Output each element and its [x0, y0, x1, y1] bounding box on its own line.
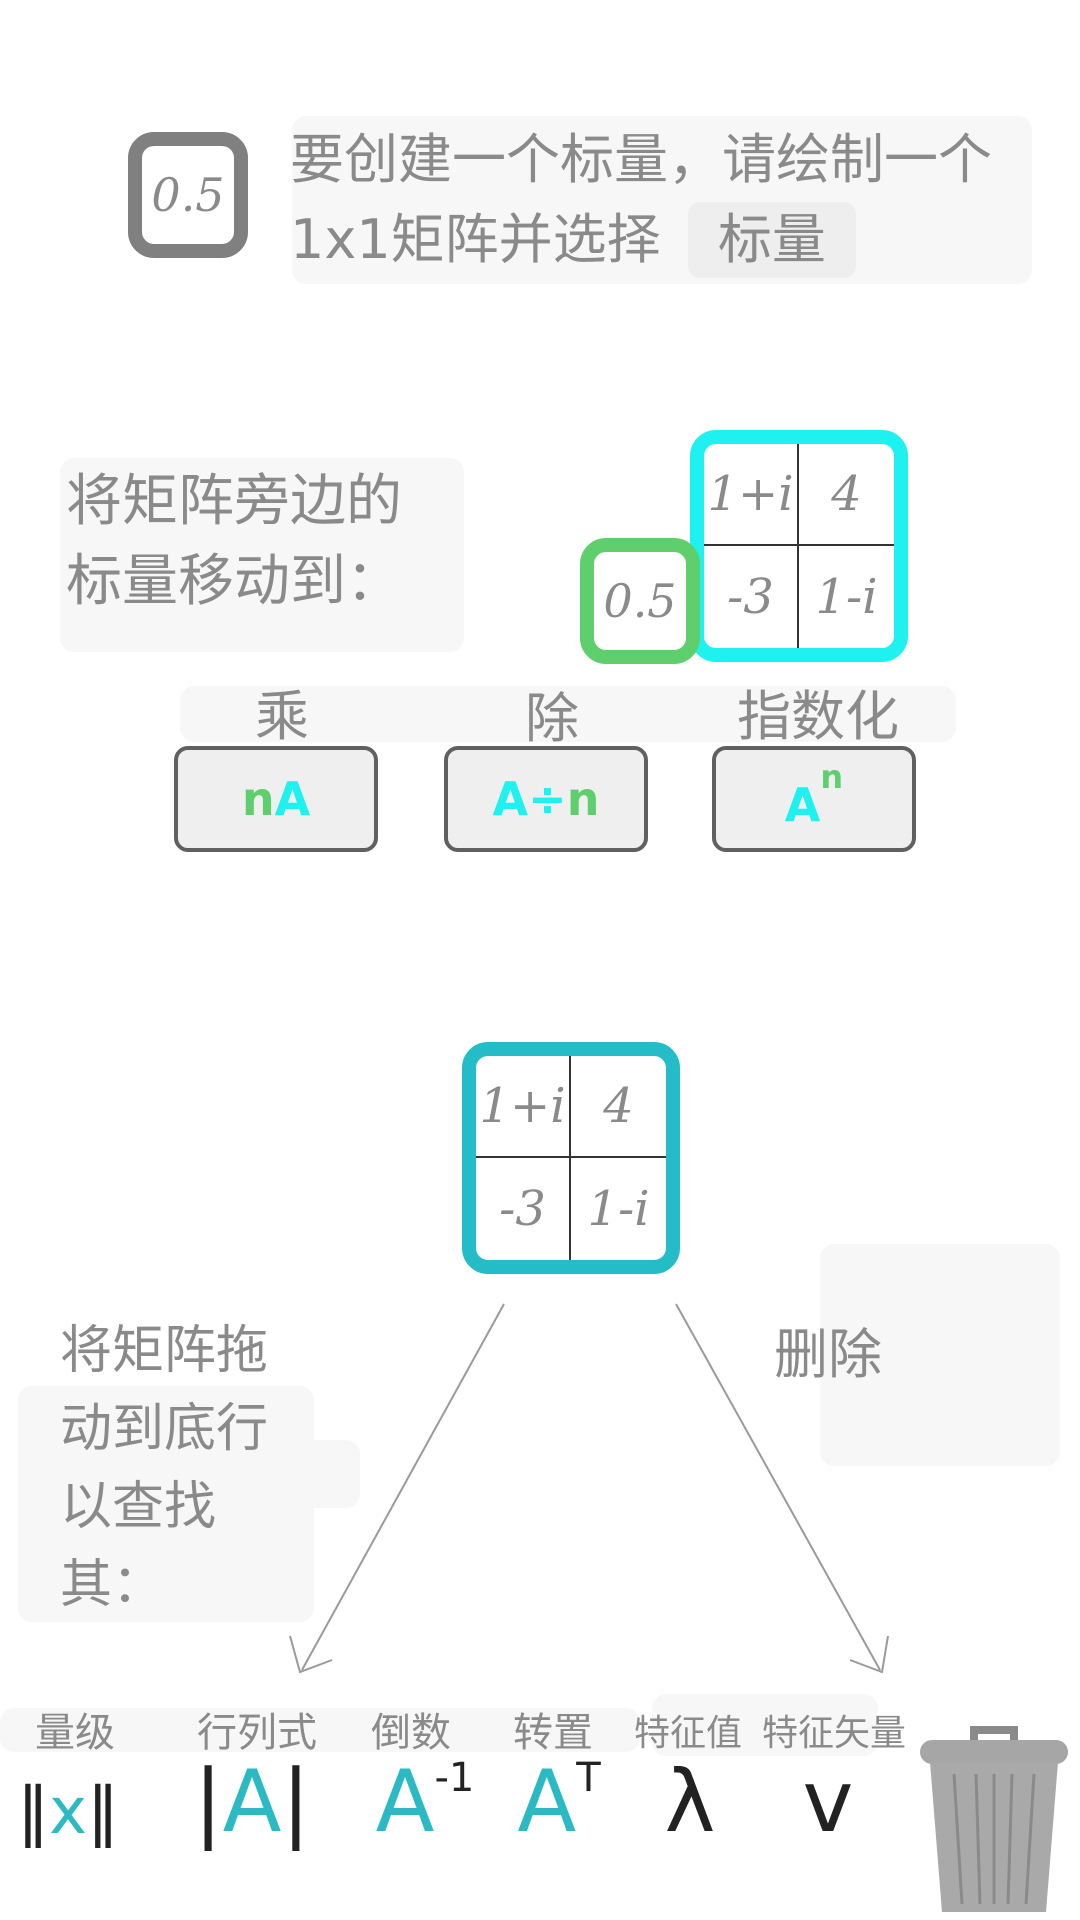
label-inverse: 倒数: [371, 1710, 451, 1756]
label-eigenvalue: 特征值: [633, 1713, 742, 1754]
determinant-tool[interactable]: |A|: [190, 1752, 314, 1852]
label-eigenvector: 特征矢量: [761, 1713, 906, 1754]
label-transpose: 转置: [513, 1710, 593, 1756]
delete-label: 删除: [774, 1323, 882, 1386]
trash-icon[interactable]: [914, 1722, 1074, 1918]
transpose-tool[interactable]: AT: [514, 1752, 604, 1868]
eigenvalue-tool[interactable]: λ: [650, 1752, 730, 1852]
arrow-right-head: [849, 1635, 889, 1674]
drag-arrows: [289, 1303, 889, 1674]
drag-tip-text: 将矩阵拖动到底行以查找其：: [60, 1321, 269, 1615]
eigenvector-tool[interactable]: v: [788, 1752, 868, 1852]
inverse-tool[interactable]: A-1: [370, 1752, 480, 1868]
label-magnitude: 量级: [35, 1710, 115, 1756]
label-determinant: 行列式: [197, 1710, 317, 1756]
magnitude-tool[interactable]: ‖x‖: [8, 1762, 128, 1862]
